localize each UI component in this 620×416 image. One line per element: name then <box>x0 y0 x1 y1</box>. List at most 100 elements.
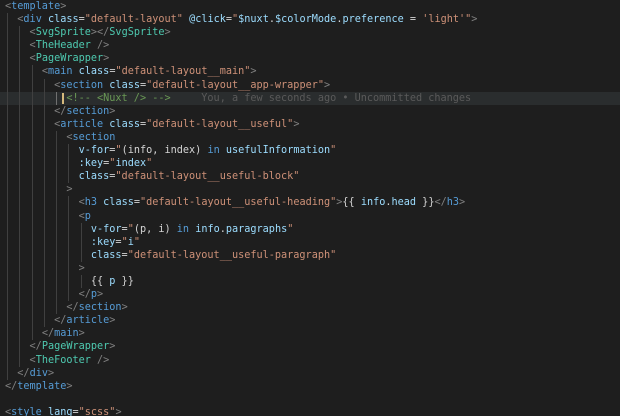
indent-guide <box>43 104 45 118</box>
code-line[interactable]: :key="index" <box>0 157 620 171</box>
code-token: info <box>360 197 386 209</box>
indent-guide <box>56 196 58 210</box>
code-line[interactable]: v-for="(info, index) in usefulInformatio… <box>0 144 620 158</box>
code-line[interactable]: </p> <box>0 288 620 302</box>
code-line[interactable]: :key="i" <box>0 235 620 249</box>
indent-guide <box>31 78 33 92</box>
code-line[interactable]: </div> <box>0 366 620 380</box>
indent-guide <box>19 183 21 197</box>
indent-guide <box>56 301 58 315</box>
indent-guide <box>31 196 33 210</box>
indent-guide <box>19 274 21 289</box>
code-token: = <box>403 14 423 26</box>
code-line[interactable]: <div class="default-layout" @click="$nux… <box>0 13 620 27</box>
code-token: in <box>176 223 190 235</box>
indent-guide <box>43 144 45 158</box>
indent-guide <box>19 314 21 328</box>
indent-guide <box>68 288 70 302</box>
code-token: article <box>66 315 110 327</box>
code-area[interactable]: <template> <div class="default-layout" @… <box>0 0 620 416</box>
code-token: </ <box>54 105 67 117</box>
code-line[interactable]: <TheHeader /> <box>0 39 620 53</box>
indent-guide <box>7 130 8 145</box>
code-line[interactable]: {{ p }} <box>0 274 620 289</box>
indent-guide <box>31 65 33 79</box>
code-line[interactable]: > <box>0 183 620 197</box>
indent-guide <box>68 274 70 289</box>
code-line[interactable]: <TheFooter /> <box>0 353 620 367</box>
code-line[interactable]: </main> <box>0 327 620 341</box>
code-line[interactable]: <p <box>0 209 620 223</box>
code-token: "default-layout__main" <box>115 66 251 78</box>
code-token: usefulInformation <box>225 145 331 157</box>
code-line[interactable]: </article> <box>0 314 620 328</box>
indent-guide <box>19 353 21 367</box>
indent-guide <box>19 248 21 262</box>
indent-guide <box>56 157 58 171</box>
code-token: class <box>78 171 110 183</box>
code-line[interactable]: class="default-layout__useful-paragraph" <box>0 248 620 262</box>
indent-guide <box>68 235 70 249</box>
code-line[interactable]: </template> <box>0 380 620 393</box>
code-token: > <box>66 184 73 196</box>
indent-guide <box>68 196 70 210</box>
indent-guide <box>31 144 33 158</box>
code-line[interactable]: <h3 class="default-layout__useful-headin… <box>0 196 620 210</box>
code-line[interactable]: class="default-layout__useful-block" <box>0 170 620 184</box>
code-token: class <box>103 197 134 209</box>
code-line[interactable]: <section <box>0 130 620 145</box>
indent-guide <box>56 209 58 223</box>
indent-guide <box>31 248 33 262</box>
code-token: style <box>11 406 42 416</box>
indent-guide <box>7 353 8 367</box>
indent-guide <box>43 274 45 289</box>
code-line[interactable]: <main class="default-layout__main"> <box>0 65 620 79</box>
code-token: preference <box>342 14 404 26</box>
code-line[interactable]: </section> <box>0 104 620 118</box>
indent-guide <box>19 170 21 184</box>
indent-guide <box>7 340 8 354</box>
code-token: lang <box>47 406 73 416</box>
code-line[interactable]: <section class="default-layout__app-wrap… <box>0 78 620 92</box>
code-line[interactable]: </section> <box>0 301 620 315</box>
code-line-current[interactable]: <!-- <Nuxt /> --> You, a few seconds ago… <box>0 91 620 105</box>
indent-guide <box>31 104 33 118</box>
code-token: TheHeader <box>35 40 91 52</box>
indent-guide <box>19 288 21 302</box>
git-blame-annotation: You, a few seconds ago • Uncommitted cha… <box>170 92 472 104</box>
indent-guide <box>43 261 45 275</box>
code-token: "scss" <box>78 406 116 416</box>
indent-guide <box>43 235 45 249</box>
code-editor[interactable]: <template> <div class="default-layout" @… <box>0 0 620 416</box>
code-token: template <box>11 1 61 12</box>
code-line[interactable]: <PageWrapper> <box>0 52 620 66</box>
indent-guide <box>31 130 33 145</box>
code-token: " <box>330 145 337 157</box>
code-line[interactable]: v-for="(p, i) in info.paragraphs" <box>0 222 620 236</box>
code-line[interactable]: <SvgSprite></SvgSprite> <box>0 26 620 40</box>
indent-guide <box>19 91 21 105</box>
code-line[interactable]: <style lang="scss"> <box>0 406 620 416</box>
indent-guide <box>43 222 45 236</box>
code-token: > <box>115 406 122 416</box>
code-token: " <box>133 236 140 248</box>
code-line[interactable]: <template> <box>0 0 620 13</box>
code-line[interactable]: > <box>0 261 620 275</box>
indent-guide <box>43 248 45 262</box>
indent-guide <box>80 274 82 289</box>
code-token: section <box>72 131 116 143</box>
indent-guide <box>7 261 8 275</box>
code-token: </ <box>29 341 42 353</box>
code-line[interactable]: </PageWrapper> <box>0 340 620 354</box>
code-token: > <box>323 79 331 91</box>
indent-guide <box>80 222 82 236</box>
code-token: PageWrapper <box>41 341 110 353</box>
indent-guide <box>19 261 21 275</box>
indent-guide <box>43 209 45 223</box>
code-token: > <box>459 197 466 209</box>
code-line[interactable]: <article class="default-layout__useful"> <box>0 117 620 131</box>
code-line[interactable] <box>0 393 620 406</box>
